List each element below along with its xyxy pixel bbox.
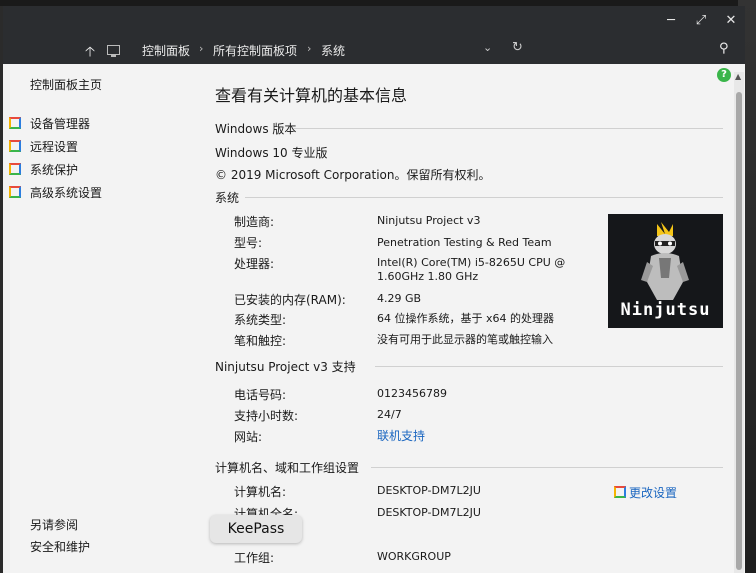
oem-logo-text: Ninjutsu — [620, 300, 711, 320]
security-maintenance-link[interactable]: 安全和维护 — [30, 538, 90, 555]
section-divider — [371, 467, 723, 468]
section-heading-computer-name: 计算机名、域和工作组设置 — [215, 461, 360, 475]
support-key-hours: 支持小时数: — [234, 409, 299, 423]
up-arrow-icon[interactable]: 🡡 — [85, 41, 95, 65]
computer-icon — [107, 45, 120, 57]
refresh-icon[interactable]: ↻ — [512, 40, 523, 55]
page-title: 查看有关计算机的基本信息 — [215, 86, 408, 105]
system-key-pen-touch: 笔和触控: — [234, 334, 287, 348]
search-icon[interactable]: ⚲ — [719, 41, 729, 56]
system-value-model: Penetration Testing & Red Team — [377, 236, 552, 249]
system-key-manufacturer: 制造商: — [234, 215, 275, 229]
maximize-icon[interactable]: ⤢ — [687, 12, 715, 30]
section-divider — [375, 366, 723, 367]
sidebar-item-label: 设备管理器 — [30, 117, 91, 131]
shield-icon — [9, 117, 21, 129]
oem-logo: Ninjutsu — [608, 214, 723, 328]
support-value-hours: 24/7 — [377, 408, 402, 421]
breadcrumb-control-panel[interactable]: 控制面板 — [142, 42, 190, 59]
shield-icon — [9, 140, 21, 152]
shield-icon — [9, 163, 21, 175]
computer-value-full-name: DESKTOP-DM7L2JU — [377, 506, 481, 519]
system-value-type: 64 位操作系统，基于 x64 的处理器 — [377, 312, 554, 325]
scrollbar-thumb[interactable] — [736, 92, 742, 570]
scroll-up-icon[interactable]: ▲ — [735, 72, 741, 81]
minimize-icon[interactable]: ─ — [657, 12, 685, 30]
sidebar-item-label: 系统保护 — [30, 163, 79, 177]
breadcrumb-separator: › — [199, 42, 204, 55]
breadcrumb-separator: › — [307, 42, 312, 55]
system-value-ram: 4.29 GB — [377, 292, 422, 305]
left-pane: 控制面板主页 设备管理器 远程设置 系统保护 高级系统设置 另请参阅 安全和维护 — [3, 64, 203, 573]
breadcrumb-all-items[interactable]: 所有控制面板项 — [213, 42, 297, 59]
support-key-website: 网站: — [234, 430, 263, 444]
system-value-manufacturer: Ninjutsu Project v3 — [377, 214, 481, 227]
section-divider — [245, 197, 723, 198]
title-bar: ─ ⤢ ✕ — [3, 6, 745, 36]
sidebar-item-label: 远程设置 — [30, 140, 79, 154]
chevron-down-icon[interactable]: ⌄ — [483, 41, 492, 54]
breadcrumb-system[interactable]: 系统 — [321, 42, 345, 59]
support-value-phone: 0123456789 — [377, 387, 447, 400]
copyright-text: © 2019 Microsoft Corporation。保留所有权利。 — [215, 168, 491, 182]
system-value-pen-touch: 没有可用于此显示器的笔或触控输入 — [377, 333, 553, 346]
computer-key-name: 计算机名: — [234, 485, 287, 499]
computer-value-name: DESKTOP-DM7L2JU — [377, 484, 481, 497]
system-window: ─ ⤢ ✕ 🡡 控制面板 › 所有控制面板项 › 系统 ⌄ ↻ ⚲ 控制面板主页… — [3, 6, 745, 573]
main-content: 查看有关计算机的基本信息 Windows 版本 Windows 10 专业版 ©… — [215, 64, 725, 573]
online-support-link[interactable]: 联机支持 — [377, 429, 602, 443]
system-key-model: 型号: — [234, 236, 263, 250]
shield-icon — [9, 186, 21, 198]
section-heading-support: Ninjutsu Project v3 支持 — [215, 360, 356, 374]
system-key-type: 系统类型: — [234, 313, 287, 327]
change-settings-label: 更改设置 — [629, 486, 678, 500]
address-bar[interactable]: 🡡 控制面板 › 所有控制面板项 › 系统 ⌄ ↻ ⚲ — [3, 36, 745, 64]
shield-icon — [614, 486, 626, 498]
close-icon[interactable]: ✕ — [717, 12, 745, 30]
system-value-processor: Intel(R) Core(TM) i5-8265U CPU @ 1.60GHz… — [377, 256, 566, 283]
computer-value-workgroup: WORKGROUP — [377, 550, 451, 563]
support-key-phone: 电话号码: — [234, 388, 287, 402]
section-divider — [293, 128, 723, 129]
ninja-figure-icon — [641, 222, 689, 300]
sidebar-item-label: 高级系统设置 — [30, 186, 103, 200]
computer-key-workgroup: 工作组: — [234, 551, 275, 565]
windows-edition-value: Windows 10 专业版 — [215, 146, 328, 160]
keepass-tooltip: KeePass — [210, 515, 302, 543]
control-panel-home-link[interactable]: 控制面板主页 — [30, 76, 102, 93]
system-key-processor: 处理器: — [234, 257, 275, 271]
system-key-ram: 已安装的内存(RAM): — [234, 293, 346, 307]
vertical-scrollbar[interactable]: ▲ — [734, 72, 744, 573]
section-heading-windows-edition: Windows 版本 — [215, 122, 297, 136]
section-heading-system: 系统 — [215, 191, 240, 205]
see-also-heading: 另请参阅 — [30, 518, 79, 532]
